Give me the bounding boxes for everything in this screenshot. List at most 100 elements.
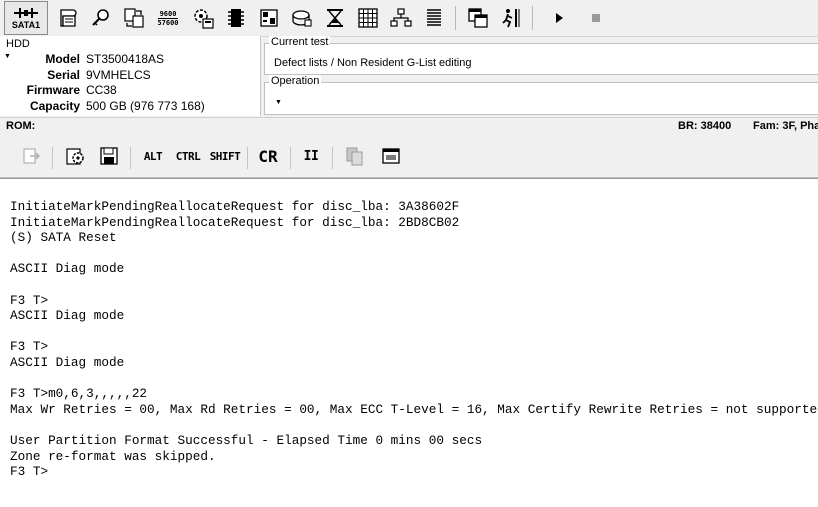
terminal-separator (247, 147, 248, 169)
sata-port-button[interactable]: SATA1 (4, 1, 48, 35)
board-icon (259, 9, 278, 27)
hdd-firmware-value: CC38 (86, 83, 117, 97)
terminal-separator (332, 147, 333, 169)
hdd-info-panel: HDD ▼ Model ST3500418AS Serial 9VMHELCS … (0, 36, 261, 116)
terminal-separator (290, 147, 291, 169)
play-icon (555, 13, 563, 23)
settings-disk-icon (193, 9, 214, 29)
copy-button[interactable] (342, 143, 368, 169)
operation-legend: Operation (269, 75, 322, 87)
hdd-capacity-value: 500 GB (976 773 168) (86, 99, 205, 113)
terminal-line: InitiateMarkPendingReallocateRequest for… (10, 214, 460, 230)
gear-page-icon (66, 148, 84, 165)
current-test-group: Current test Defect lists / Non Resident… (264, 36, 818, 75)
hdd-title: HDD (6, 38, 30, 50)
baud-rate-button[interactable]: 9600 57600 (153, 4, 183, 32)
terminal-line: F3 T> (10, 464, 49, 480)
text-list-icon (426, 9, 441, 26)
settings-page-button[interactable] (62, 143, 88, 169)
disk-icon (291, 10, 312, 27)
terminal-output[interactable]: InitiateMarkPendingReallocateRequest for… (0, 178, 818, 507)
sata-port-label: SATA1 (11, 19, 41, 30)
operation-dropdown-arrow-icon[interactable]: ▼ (275, 99, 282, 106)
terminal-line: ASCII Diag mode (10, 261, 125, 277)
terminal-line: ASCII Diag mode (10, 354, 125, 370)
terminal-line: F3 T> (10, 292, 49, 308)
disk-button[interactable] (288, 4, 315, 32)
sata-icon (14, 7, 38, 18)
hdd-model-row: Model ST3500418AS (0, 52, 260, 68)
save-log-button[interactable] (96, 143, 122, 169)
family-status: Fam: 3F, Pha (753, 120, 818, 132)
terminal-toolbar: ALT CTRL SHIFT CR II (0, 135, 818, 178)
search-button[interactable] (87, 4, 114, 32)
toolbar-separator (455, 6, 456, 30)
board-button[interactable] (255, 4, 282, 32)
timer-button[interactable] (321, 4, 348, 32)
terminal-line: InitiateMarkPendingReallocateRequest for… (10, 199, 460, 214)
search-key-icon (91, 9, 109, 26)
alt-key-label: ALT (143, 149, 163, 163)
terminal-separator (52, 147, 53, 169)
export-arrow-icon (23, 148, 40, 164)
shift-key-button[interactable]: SHIFT (208, 143, 242, 169)
terminal-separator (130, 147, 131, 169)
cr-label: CR (258, 146, 278, 166)
terminal-line: Zone re-format was skipped. (10, 448, 216, 464)
baud-bottom-label: 57600 (157, 18, 179, 27)
stop-icon (591, 14, 600, 22)
scroll-icon (59, 9, 77, 27)
hdd-firmware-row: Firmware CC38 (0, 83, 260, 99)
ctrl-key-button[interactable]: CTRL (172, 143, 204, 169)
chip-icon (227, 9, 244, 27)
main-toolbar: SATA1 9600 57600 (0, 0, 818, 37)
terminal-line: User Partition Format Successful - Elaps… (10, 432, 483, 448)
baud-rate-icon: 9600 57600 (157, 10, 178, 27)
hdd-firmware-key: Firmware (26, 83, 80, 97)
transfer-button[interactable] (120, 4, 147, 32)
table-button[interactable] (354, 4, 381, 32)
operation-group: Operation ▼ (264, 75, 818, 115)
copy-pages-icon (346, 147, 363, 166)
script-run-button[interactable] (497, 4, 524, 32)
rom-label: ROM: (6, 120, 36, 132)
hdd-serial-key: Serial (47, 68, 80, 82)
hdd-serial-row: Serial 9VMHELCS (0, 68, 260, 84)
export-button[interactable] (18, 143, 44, 169)
terminal-lines: InitiateMarkPendingReallocateRequest for… (10, 199, 818, 480)
log-button[interactable] (54, 4, 81, 32)
windows-button[interactable] (464, 4, 491, 32)
hdd-model-value: ST3500418AS (86, 52, 165, 66)
grid-icon (357, 8, 378, 28)
terminal-line: Max Wr Retries = 00, Max Rd Retries = 00… (10, 401, 818, 417)
pause-label: II (303, 148, 319, 164)
stop-button[interactable] (582, 4, 609, 32)
baud-rate-status: BR: 38400 (678, 120, 732, 132)
chip-button[interactable] (222, 4, 249, 32)
save-disk-icon (100, 147, 118, 165)
play-button[interactable] (545, 4, 572, 32)
shift-key-label: SHIFT (209, 149, 241, 163)
tree-button[interactable] (387, 4, 414, 32)
current-test-value: Defect lists / Non Resident G-List editi… (274, 57, 472, 69)
run-person-icon (501, 9, 519, 28)
alt-key-button[interactable]: ALT (140, 143, 166, 169)
hdd-capacity-row: Capacity 500 GB (976 773 168) (0, 99, 260, 115)
toolbar-separator (532, 6, 533, 30)
hourglass-icon (326, 9, 343, 27)
current-test-legend: Current test (269, 36, 331, 48)
settings-button[interactable] (189, 4, 216, 32)
text-view-button[interactable] (420, 4, 447, 32)
cr-button[interactable]: CR (255, 143, 281, 169)
terminal-line: F3 T>m0,6,3,,,,,22 (10, 386, 148, 402)
hdd-model-key: Model (45, 52, 80, 66)
clear-terminal-button[interactable] (378, 143, 404, 169)
baud-top-label: 9600 (159, 9, 177, 18)
pause-button[interactable]: II (298, 143, 324, 169)
ctrl-key-label: CTRL (175, 149, 201, 163)
hdd-capacity-key: Capacity (29, 99, 80, 113)
terminal-line: F3 T> (10, 339, 49, 355)
